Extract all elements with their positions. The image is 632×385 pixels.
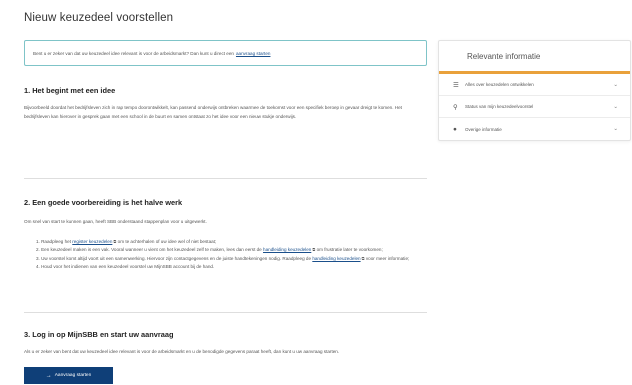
- start-request-label: Aanvraag starten: [54, 373, 92, 378]
- chevron-down-icon: ⌄: [613, 126, 618, 132]
- related-info-item-label: Overige informatie: [465, 126, 502, 132]
- step-item: 1. Raadpleeg het register keuzedelen⧉ om…: [36, 238, 427, 247]
- related-info-item-label: Status van mijn keuzedeelvoorstel: [465, 104, 534, 109]
- section-paragraph: Als u er zeker van bent dat uw keuzedeel…: [24, 349, 340, 354]
- related-info-header: Relevante informatie: [439, 41, 630, 74]
- section-paragraph: Om snel van start te kunnen gaan, heeft …: [24, 219, 207, 224]
- section-heading: 1. Het begint met een idee: [24, 86, 116, 95]
- section-preparation: 2. Een goede voorbereiding is het halve …: [24, 179, 427, 313]
- section-heading: 3. Log in op MijnSBB en start uw aanvraa…: [24, 330, 174, 339]
- start-request-button[interactable]: → Aanvraag starten: [24, 367, 113, 384]
- info-icon: ●: [453, 125, 457, 133]
- register-keuzedelen-link[interactable]: register keuzedelen: [72, 239, 112, 244]
- section-heading: 2. Een goede voorbereiding is het halve …: [24, 198, 183, 207]
- notice-text: Bent u er zeker van dat uw keuzedeel ide…: [33, 50, 234, 56]
- steps-list: 1. Raadpleeg het register keuzedelen⧉ om…: [24, 238, 427, 272]
- notice-banner: Bent u er zeker van dat uw keuzedeel ide…: [24, 40, 427, 66]
- external-link-icon: ⧉: [361, 255, 365, 261]
- section-login: 3. Log in op MijnSBB en start uw aanvraa…: [24, 313, 427, 357]
- location-pin-icon: ⚲: [453, 103, 458, 111]
- related-info-item-other[interactable]: ● Overige informatie ⌄: [439, 118, 630, 140]
- step-item: 2. Een keuzedeel maken is een vak. Voora…: [36, 246, 427, 255]
- step-item: 4. Houd voor het indienen van een keuzed…: [36, 264, 215, 270]
- step-item: 3. Uw voorstel komt altijd voort uit een…: [36, 255, 427, 264]
- page-title: Nieuw keuzedeel voorstellen: [24, 12, 174, 24]
- list-icon: ☰: [453, 81, 459, 89]
- handleiding-keuzedelen-link[interactable]: handleiding keuzedelen: [263, 247, 311, 252]
- section-idea: 1. Het begint met een idee Bijvoorbeeld …: [24, 66, 427, 179]
- notice-start-request-link[interactable]: aanvraag starten: [236, 51, 270, 56]
- step-text: 3. Uw voorstel komt altijd voort uit een…: [36, 255, 312, 261]
- related-info-item-label: Alles over keuzedelen ontwikkelen: [465, 82, 534, 87]
- step-text: 1. Raadpleeg het: [36, 238, 71, 244]
- step-text: om frustratie later te voorkomen;: [316, 247, 383, 253]
- related-info-item-status[interactable]: ⚲ Status van mijn keuzedeelvoorstel ⌄: [439, 96, 630, 118]
- arrow-right-icon: →: [45, 372, 52, 379]
- external-link-icon: ⧉: [113, 238, 117, 244]
- step-text: voor meer informatie;: [365, 255, 410, 261]
- related-info-title: Relevante informatie: [467, 51, 541, 61]
- section-paragraph: Bijvoorbeeld doordat het bedrijfsleven z…: [24, 105, 402, 119]
- chevron-down-icon: ⌄: [613, 81, 618, 88]
- step-text: om te achterhalen of uw idee wel of niet…: [117, 238, 217, 244]
- main-content: Bent u er zeker van dat uw keuzedeel ide…: [24, 40, 427, 357]
- related-info-panel: Relevante informatie ☰ Alles over keuzed…: [438, 40, 631, 141]
- external-link-icon: ⧉: [312, 247, 316, 253]
- related-info-item-develop[interactable]: ☰ Alles over keuzedelen ontwikkelen ⌄: [439, 74, 630, 96]
- handleiding-keuzedelen-link[interactable]: handleiding keuzedelen: [312, 256, 360, 261]
- step-text: 2. Een keuzedeel maken is een vak. Voora…: [36, 247, 262, 253]
- chevron-down-icon: ⌄: [613, 103, 618, 110]
